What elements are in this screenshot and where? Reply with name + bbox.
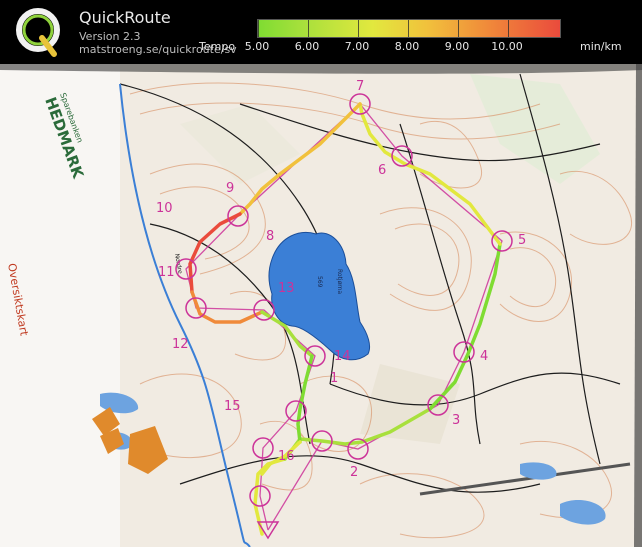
control-number-4: 4 xyxy=(480,349,488,364)
control-number-6: 6 xyxy=(378,163,386,178)
legend-tick xyxy=(408,20,409,37)
control-number-9: 9 xyxy=(226,181,234,196)
control-number-15: 15 xyxy=(224,399,241,414)
tempo-label: Tempo xyxy=(199,40,236,53)
control-number-14: 14 xyxy=(334,349,351,364)
legend-tick xyxy=(358,20,359,37)
header-bar: QuickRoute Version 2.3 matstroeng.se/qui… xyxy=(0,0,642,64)
control-number-10: 10 xyxy=(156,201,173,216)
control-number-3: 3 xyxy=(452,413,460,428)
control-number-16: 16 xyxy=(278,449,295,464)
legend-label-10: 10.00 xyxy=(491,40,523,53)
unit-label: min/km xyxy=(580,40,622,53)
lake-name: Rotjørna xyxy=(336,269,343,294)
legend-tick xyxy=(308,20,309,37)
control-number-7: 7 xyxy=(356,79,364,94)
legend-tick xyxy=(258,20,259,37)
legend-label-8: 8.00 xyxy=(394,40,420,53)
legend-tick xyxy=(508,20,509,37)
control-number-8: 8 xyxy=(266,229,274,244)
legend-label-5: 5.00 xyxy=(244,40,270,53)
control-number-5: 5 xyxy=(518,233,526,248)
control-number-13: 13 xyxy=(278,281,295,296)
quickroute-window: QuickRoute Version 2.3 matstroeng.se/qui… xyxy=(0,0,642,547)
control-number-2: 2 xyxy=(350,465,358,480)
lake-elevation: 569 xyxy=(316,276,323,288)
pace-legend-bar xyxy=(257,19,561,38)
control-number-12: 12 xyxy=(172,337,189,352)
app-version: Version 2.3 xyxy=(79,30,141,43)
orienteering-map[interactable]: Rotjørna 569 Sparebanken HEDMARK Oversik… xyxy=(0,64,642,547)
control-number-1: 1 xyxy=(330,371,338,386)
quickroute-logo-icon xyxy=(16,8,60,57)
app-title: QuickRoute xyxy=(79,8,171,27)
legend-label-9: 9.00 xyxy=(444,40,470,53)
legend-label-6: 6.00 xyxy=(294,40,320,53)
legend-tick xyxy=(458,20,459,37)
control-number-11: 11 xyxy=(158,265,175,280)
legend-label-7: 7.00 xyxy=(344,40,370,53)
